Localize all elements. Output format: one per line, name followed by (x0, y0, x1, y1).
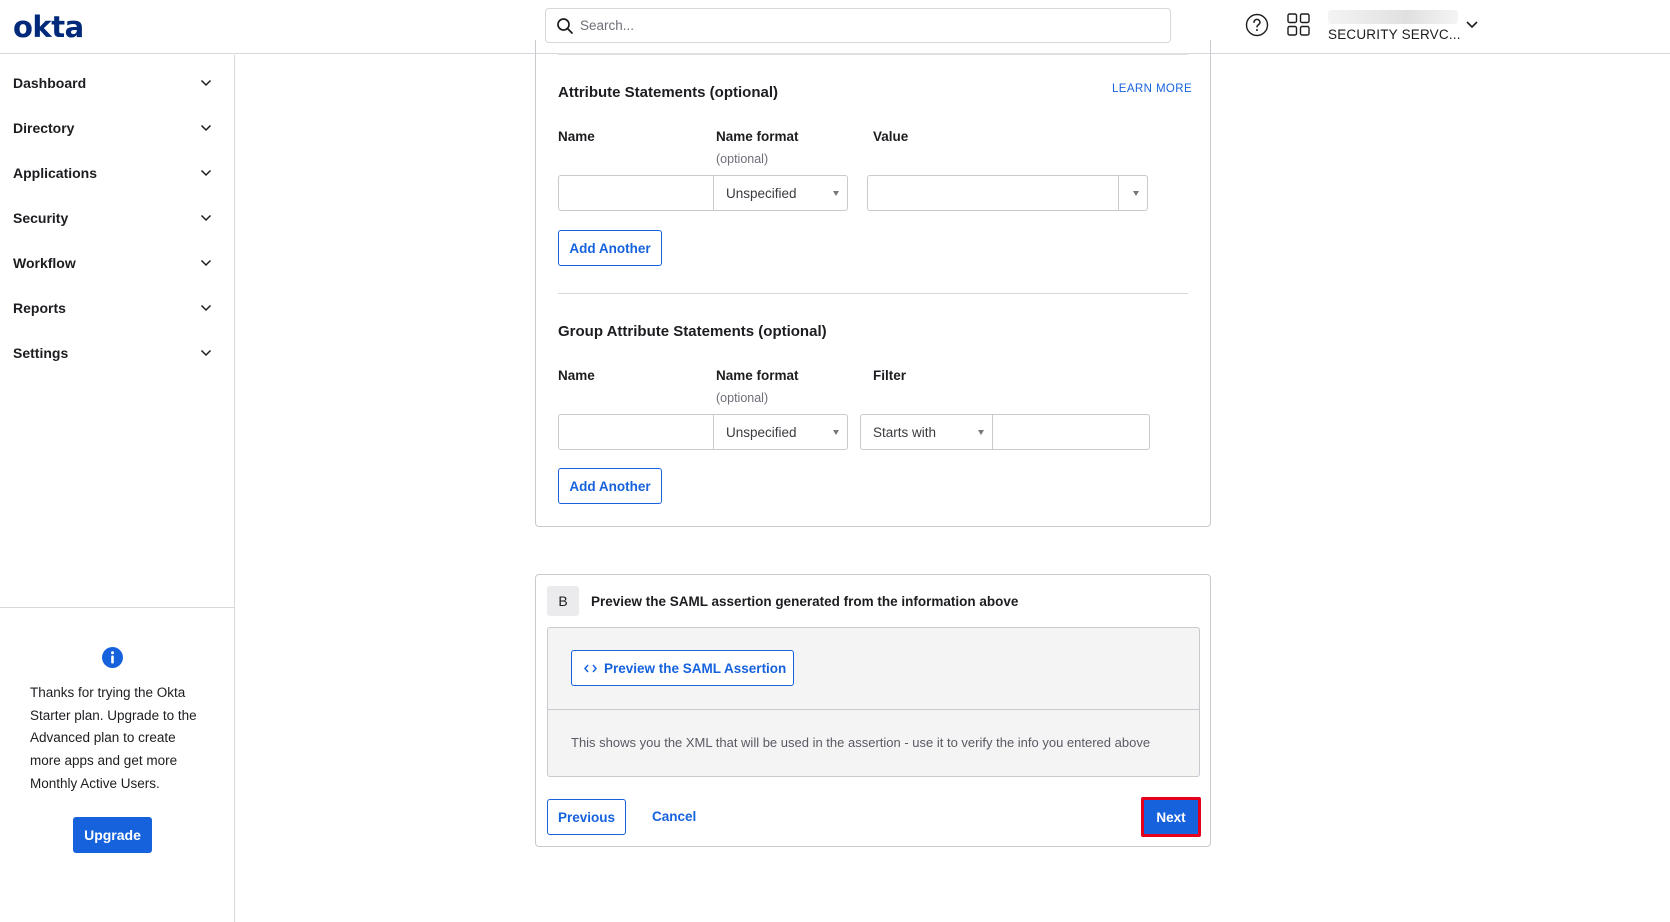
attribute-statements-card: Attribute Statements (optional) LEARN MO… (535, 40, 1211, 527)
sidebar-item-applications[interactable]: Applications (0, 150, 234, 195)
preview-saml-assertion-button[interactable]: Preview the SAML Assertion (571, 650, 794, 686)
add-another-attribute-button[interactable]: Add Another (558, 230, 662, 266)
filter-column-label: Filter (873, 368, 907, 383)
attribute-value-input[interactable] (867, 175, 1119, 211)
select-value: Unspecified (726, 185, 797, 201)
panel-divider (548, 709, 1199, 710)
group-name-format-select[interactable]: Unspecified (713, 414, 848, 450)
code-icon (584, 664, 597, 672)
chevron-down-icon (200, 304, 212, 312)
learn-more-link[interactable]: LEARN MORE (1112, 83, 1192, 95)
search-input[interactable] (580, 18, 1140, 33)
sidebar-item-dashboard[interactable]: Dashboard (0, 60, 234, 105)
help-circle-icon[interactable] (1245, 13, 1269, 37)
sidebar-item-workflow[interactable]: Workflow (0, 240, 234, 285)
caret-down-icon (833, 430, 839, 435)
caret-down-icon (978, 430, 984, 435)
group-name-format-optional-hint: (optional) (716, 391, 769, 405)
sidebar-item-directory[interactable]: Directory (0, 105, 234, 150)
search-box[interactable] (545, 8, 1171, 43)
group-name-format-column-label: Name format (716, 368, 799, 383)
previous-button[interactable]: Previous (547, 799, 626, 835)
search-icon (557, 17, 573, 34)
filter-type-select[interactable]: Starts with (860, 414, 993, 450)
next-button[interactable]: Next (1141, 797, 1201, 837)
name-format-optional-hint: (optional) (716, 152, 769, 166)
upgrade-button[interactable]: Upgrade (73, 817, 152, 853)
chevron-down-icon (200, 169, 212, 177)
select-value: Starts with (873, 424, 937, 440)
sidebar-item-security[interactable]: Security (0, 195, 234, 240)
step-title: Preview the SAML assertion generated fro… (591, 594, 1019, 609)
select-value: Unspecified (726, 424, 797, 440)
grid-icon[interactable] (1287, 13, 1310, 36)
sidebar: Dashboard Directory Applications Securit… (0, 55, 235, 922)
org-name[interactable]: SECURITY SERVC... (1328, 27, 1461, 42)
group-attribute-statements-title: Group Attribute Statements (optional) (558, 323, 827, 340)
add-another-group-attribute-button[interactable]: Add Another (558, 468, 662, 504)
caret-down-icon (1133, 191, 1139, 196)
step-badge: B (547, 586, 579, 616)
chevron-down-icon[interactable] (1465, 20, 1479, 30)
preview-panel: Preview the SAML Assertion This shows yo… (547, 627, 1200, 777)
sidebar-item-settings[interactable]: Settings (0, 330, 234, 375)
attribute-name-input[interactable] (558, 175, 714, 211)
name-column-label: Name (558, 129, 595, 144)
saml-preview-card: B Preview the SAML assertion generated f… (535, 574, 1211, 847)
attribute-statements-title: Attribute Statements (optional) (558, 84, 778, 101)
preview-button-label: Preview the SAML Assertion (604, 660, 787, 676)
info-icon (102, 647, 123, 668)
attribute-name-format-select[interactable]: Unspecified (713, 175, 848, 211)
chevron-down-icon (200, 259, 212, 267)
upgrade-promo-text: Thanks for trying the Okta Starter plan.… (30, 685, 197, 791)
chevron-down-icon (200, 349, 212, 357)
name-format-column-label: Name format (716, 129, 799, 144)
cancel-link[interactable]: Cancel (652, 809, 696, 824)
okta-logo[interactable]: okta (13, 10, 84, 44)
attribute-value-dropdown-toggle[interactable] (1118, 175, 1148, 211)
chevron-down-icon (200, 124, 212, 132)
sidebar-item-reports[interactable]: Reports (0, 285, 234, 330)
user-name-redacted (1328, 10, 1458, 24)
section-divider (558, 293, 1188, 294)
sidebar-divider (0, 607, 234, 608)
preview-note: This shows you the XML that will be used… (571, 735, 1151, 750)
caret-down-icon (833, 191, 839, 196)
group-attribute-name-input[interactable] (558, 414, 714, 450)
section-divider (558, 53, 1188, 55)
filter-value-input[interactable] (992, 414, 1150, 450)
group-name-column-label: Name (558, 368, 595, 383)
value-column-label: Value (873, 129, 909, 144)
chevron-down-icon (200, 79, 212, 87)
chevron-down-icon (200, 214, 212, 222)
